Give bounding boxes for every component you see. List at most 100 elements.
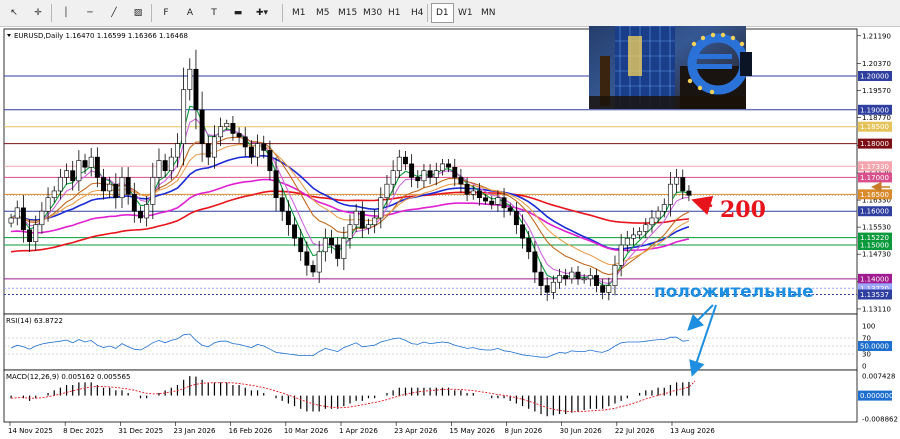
- text-icon[interactable]: A: [180, 3, 200, 23]
- fibonacci-icon[interactable]: F: [156, 3, 176, 23]
- macd-tick-label: -0.008862: [862, 416, 898, 424]
- candle-body: [242, 136, 248, 148]
- candle-body: [51, 190, 57, 199]
- candle-body: [587, 275, 593, 280]
- timeframe-m15-button[interactable]: M15: [334, 3, 361, 23]
- candle-body: [446, 163, 452, 168]
- candle-body: [205, 143, 211, 158]
- price-tick-label: 1.18770: [862, 114, 891, 122]
- candle-body: [335, 244, 341, 259]
- candle-body: [366, 224, 371, 229]
- candle-body: [532, 251, 538, 273]
- time-tick-label: 23 Jan 2026: [174, 427, 217, 435]
- candle-body: [581, 278, 587, 281]
- candle-body: [187, 68, 193, 90]
- candle-body: [538, 271, 544, 286]
- shapes-icon[interactable]: ✚▾: [252, 3, 272, 23]
- timeframe-m5-button[interactable]: M5: [312, 3, 334, 23]
- timeframe-d1-button[interactable]: D1: [431, 3, 454, 23]
- candle-body: [341, 237, 347, 259]
- candle-body: [526, 237, 532, 253]
- candle-body: [230, 123, 236, 134]
- candle-body: [612, 265, 618, 286]
- toolbar-separator: [282, 4, 283, 22]
- candle-body: [64, 170, 69, 178]
- candle-body: [557, 275, 562, 283]
- price-tick-label: 1.19570: [862, 87, 891, 95]
- candle-body: [667, 183, 673, 205]
- candle-body: [8, 217, 14, 224]
- candle-body: [70, 170, 76, 182]
- candle-body: [458, 177, 464, 185]
- candle-body: [452, 166, 458, 178]
- label-icon[interactable]: T: [204, 3, 224, 23]
- timeframe-w1-button[interactable]: W1: [454, 3, 477, 23]
- candle-body: [316, 251, 322, 273]
- candle-body: [415, 177, 421, 182]
- price-level-value: 1.16500: [860, 191, 889, 199]
- vertical-line-icon[interactable]: │: [56, 3, 76, 23]
- crosshair-icon[interactable]: ✛: [28, 3, 48, 23]
- candle-body: [310, 265, 316, 273]
- time-tick-label: 10 Mar 2026: [284, 427, 329, 435]
- candle-body: [661, 204, 667, 212]
- price-level-value: 1.17000: [860, 174, 889, 182]
- candle-body: [427, 170, 433, 178]
- candle-body: [378, 197, 384, 219]
- candle-body: [144, 204, 150, 219]
- rsi-panel[interactable]: [3, 313, 858, 371]
- candle-body: [631, 234, 636, 239]
- candle-body: [329, 237, 334, 246]
- timeframe-h4-button[interactable]: H4: [407, 3, 428, 23]
- candle-body: [396, 156, 402, 171]
- candle-body: [236, 133, 242, 138]
- horizontal-line-icon[interactable]: ─: [80, 3, 100, 23]
- candle-body: [353, 210, 359, 226]
- candle-body: [439, 163, 445, 171]
- trendline-icon[interactable]: ╱: [104, 3, 124, 23]
- macd-tick-label: 0.000000: [860, 392, 893, 400]
- candle-body: [292, 224, 297, 239]
- rectangle-icon[interactable]: ▬: [228, 3, 248, 23]
- candle-body: [88, 156, 94, 168]
- price-tick-label: 1.20370: [862, 60, 891, 68]
- timeframe-h1-button[interactable]: H1: [384, 3, 405, 23]
- candle-body: [224, 123, 230, 128]
- candle-body: [433, 170, 439, 178]
- toolbar-separator: [151, 4, 152, 22]
- time-tick-label: 22 Jul 2026: [615, 427, 655, 435]
- price-level-labels: 1.20000 1.19000 1.18500 1.18000 1.17330 1.170…: [858, 70, 892, 300]
- toolbar-separator: [427, 4, 428, 22]
- ecb-euro-sign-photo: [589, 26, 752, 109]
- candle-body: [464, 183, 470, 195]
- cursor-icon[interactable]: ↖: [4, 3, 24, 23]
- macd-tick-label: 0.007428: [862, 373, 895, 381]
- time-tick-label: 13 Aug 2026: [670, 427, 715, 435]
- price-tick-label: 1.13110: [862, 305, 891, 313]
- timeframe-m30-button[interactable]: M30: [359, 3, 386, 23]
- candle-body: [600, 285, 606, 293]
- candle-body: [390, 170, 396, 185]
- candle-body: [33, 224, 39, 242]
- timeframe-m1-button[interactable]: M1: [288, 3, 310, 23]
- candle-body: [150, 177, 156, 205]
- candle-body: [347, 224, 353, 239]
- price-tick-label: 1.14730: [862, 251, 891, 259]
- candle-body: [125, 177, 131, 195]
- candle-body: [686, 190, 692, 196]
- time-tick-label: 8 Jun 2026: [505, 427, 543, 435]
- price-level-value: 1.17330: [860, 163, 889, 171]
- candle-body: [550, 281, 556, 293]
- price-tick-label: 1.21190: [862, 32, 891, 40]
- candle-body: [273, 170, 279, 199]
- channel-icon[interactable]: ▨: [128, 3, 148, 23]
- price-level-value: 1.20000: [860, 72, 889, 80]
- time-axis: 14 Nov 2025 8 Dec 2025 31 Dec 2025 23 Jan 2…: [8, 422, 715, 435]
- candle-body: [27, 229, 33, 242]
- candle-body: [39, 210, 45, 226]
- candle-body: [199, 109, 205, 144]
- price-level-value: 1.19000: [860, 106, 889, 114]
- time-tick-label: 8 Dec 2025: [63, 427, 103, 435]
- macd-panel[interactable]: [3, 369, 858, 423]
- timeframe-mn-button[interactable]: MN: [477, 3, 500, 23]
